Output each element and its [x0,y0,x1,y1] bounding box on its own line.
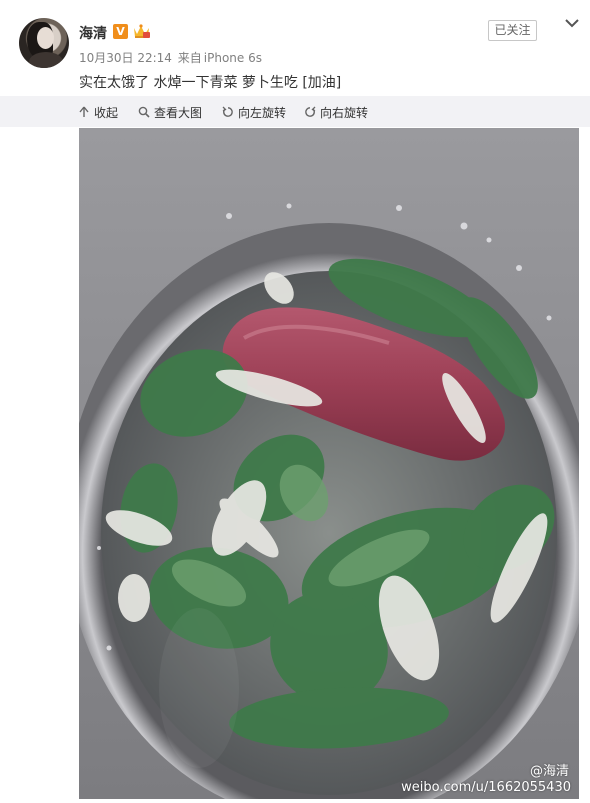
avatar[interactable] [19,18,69,68]
member-crown-icon[interactable] [132,22,151,40]
image-toolbar: 收起 查看大图 向左旋转 向右旋转 [0,96,590,127]
post-source-prefix: 来自 [177,51,202,65]
view-large-label: 查看大图 [154,105,203,120]
verified-icon: V [113,24,128,39]
view-large-button[interactable]: 查看大图 [138,104,202,120]
watermark-user: @海清 [529,764,569,779]
chevron-down-icon[interactable] [564,18,580,30]
rotate-right-button[interactable]: 向右旋转 [304,104,368,120]
rotate-left-label: 向左旋转 [238,105,287,120]
post-date[interactable]: 10月30日 22:14 [79,51,172,65]
collapse-label: 收起 [94,105,119,120]
user-name[interactable]: 海清 [79,23,107,43]
post-text: 实在太饿了 水焯一下青菜 萝卜生吃 [加油] [79,75,342,91]
post-meta: 10月30日 22:14 来自 iPhone 6s [79,49,264,66]
collapse-button[interactable]: 收起 [78,104,118,120]
rotate-left-icon [222,106,233,117]
watermark-url: weibo.com/u/1662055430 [401,780,571,795]
photo-bowl-vegetables [79,128,579,799]
rotate-left-button[interactable]: 向左旋转 [222,104,286,120]
arrow-up-icon [79,106,89,117]
magnifier-icon [138,106,150,118]
post-photo[interactable]: @海清 weibo.com/u/1662055430 [79,128,579,799]
follow-button[interactable]: 已关注 [488,20,537,41]
rotate-right-icon [305,106,316,117]
rotate-right-label: 向右旋转 [320,105,369,120]
weibo-post-card: 海清 V 10月30日 22:14 来自 iPhone 6s 已关注 实在太饿了 … [0,0,590,803]
post-device[interactable]: iPhone 6s [204,51,262,65]
